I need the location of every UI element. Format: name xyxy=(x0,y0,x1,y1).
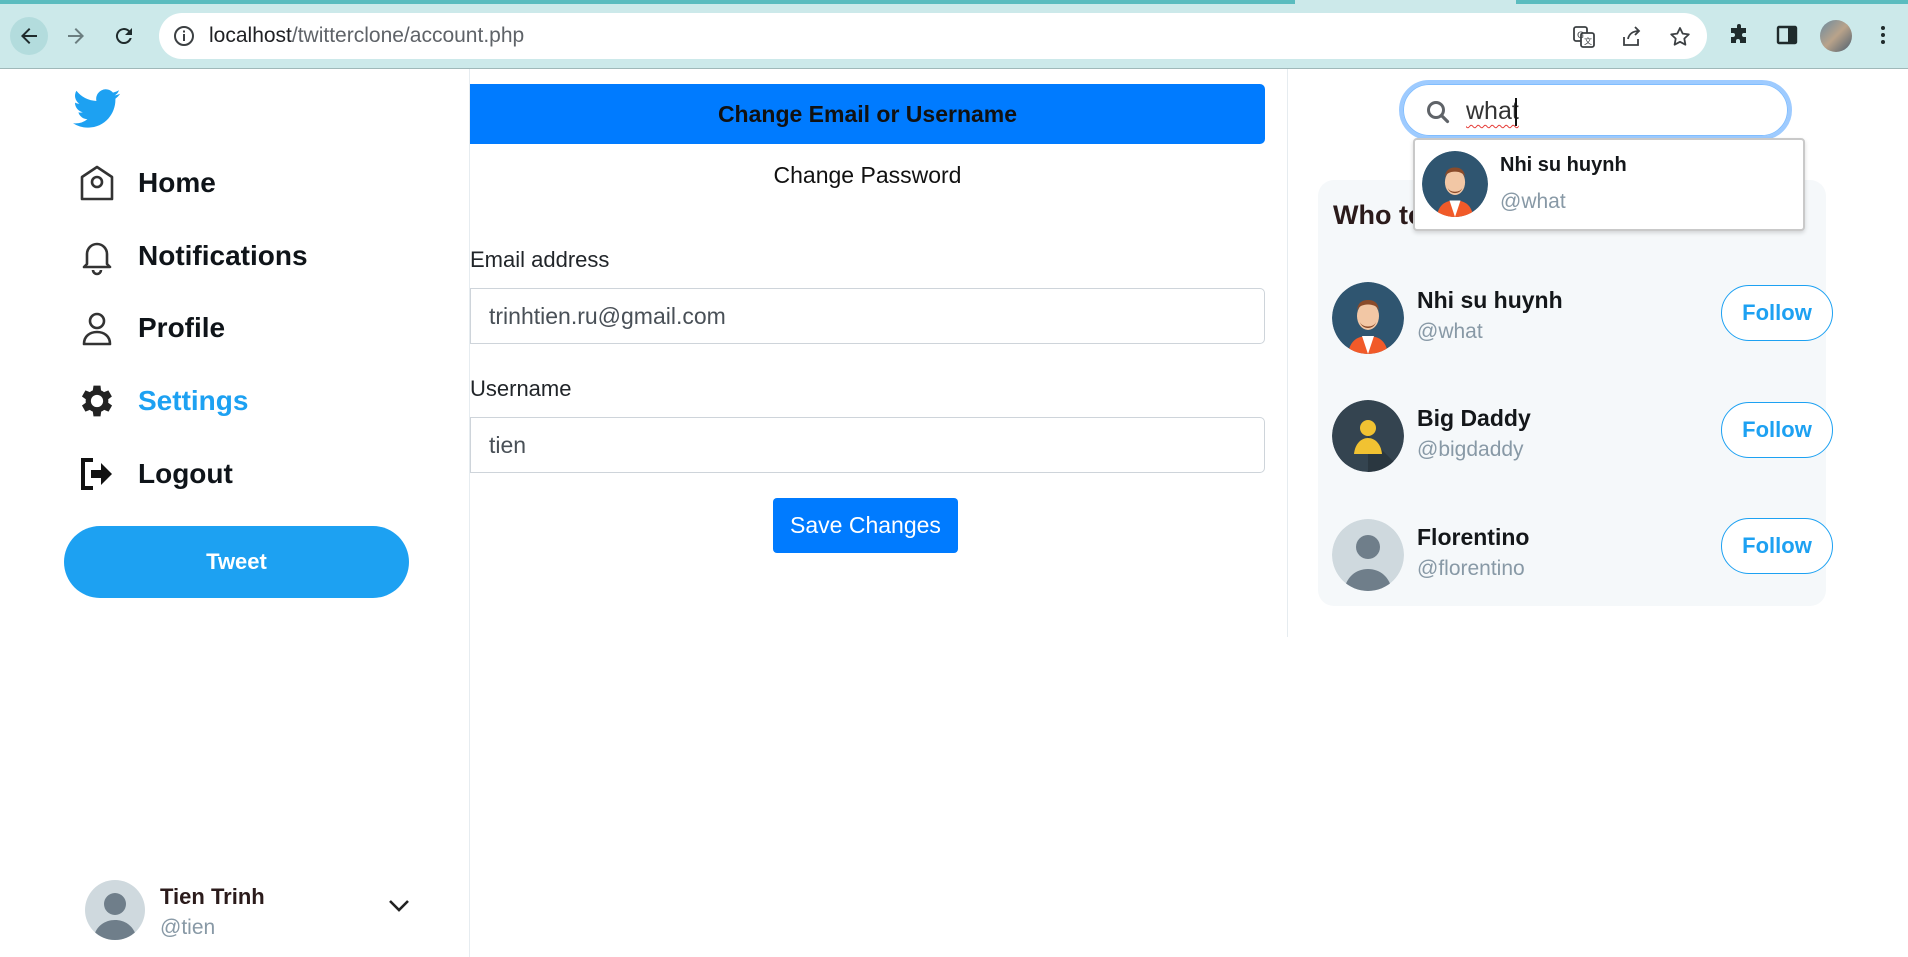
sidebar-item-logout[interactable]: Logout xyxy=(76,449,233,499)
loading-bar xyxy=(0,0,1295,4)
main-content: Change Email or Username Change Password… xyxy=(470,69,1287,957)
gear-icon xyxy=(76,380,118,422)
translate-icon[interactable]: G文 xyxy=(1571,24,1597,50)
list-item[interactable]: Nhi su huynh @what Follow xyxy=(1332,282,1833,362)
tab-change-password[interactable]: Change Password xyxy=(470,155,1265,195)
user-handle: @what xyxy=(1417,320,1483,343)
site-info-icon[interactable] xyxy=(173,25,195,52)
search-icon xyxy=(1425,99,1451,130)
chevron-down-icon[interactable] xyxy=(387,898,411,919)
star-icon[interactable] xyxy=(1667,24,1693,50)
username-field[interactable]: tien xyxy=(470,417,1265,473)
account-switcher[interactable]: Tien Trinh @tien xyxy=(85,878,425,944)
list-item[interactable]: Big Daddy @bigdaddy Follow xyxy=(1332,400,1833,480)
url-host: localhost xyxy=(209,24,292,47)
avatar xyxy=(1332,400,1404,472)
forward-icon xyxy=(68,28,84,44)
search-result-name: Nhi su huynh xyxy=(1500,154,1627,176)
text-caret xyxy=(1515,98,1517,126)
extensions-icon[interactable] xyxy=(1724,20,1754,50)
user-name: Big Daddy xyxy=(1417,405,1531,431)
sidebar-item-label: Home xyxy=(138,167,216,198)
follow-button[interactable]: Follow xyxy=(1721,285,1833,341)
reload-button[interactable] xyxy=(105,17,143,55)
sidebar-item-notifications[interactable]: Notifications xyxy=(76,231,308,281)
back-icon xyxy=(21,28,37,44)
who-to-follow-panel: Who to follow Nhi su huynh @what Follow … xyxy=(1318,180,1833,606)
column-divider xyxy=(1287,69,1288,637)
url-text: localhost/twitterclone/account.php xyxy=(209,24,524,48)
sidebar-item-label: Notifications xyxy=(138,240,308,271)
browser-toolbar: localhost/twitterclone/account.php G文 xyxy=(0,0,1908,69)
avatar xyxy=(1332,282,1404,354)
bell-icon xyxy=(76,235,118,277)
person-icon xyxy=(76,307,118,349)
address-bar[interactable]: localhost/twitterclone/account.php G文 xyxy=(159,13,1707,59)
email-label: Email address xyxy=(470,247,610,272)
username-label: Username xyxy=(470,376,572,401)
reload-icon xyxy=(115,28,132,45)
tweet-button[interactable]: Tweet xyxy=(64,526,409,598)
svg-text:文: 文 xyxy=(1584,36,1592,46)
sidebar-item-label: Logout xyxy=(138,458,233,489)
forward-button[interactable] xyxy=(57,17,95,55)
sidebar-item-label: Profile xyxy=(138,312,226,343)
browser-profile-avatar[interactable] xyxy=(1820,20,1852,52)
sidebar-item-label: Settings xyxy=(138,385,249,416)
left-sidebar: Home Notifications Profile Settings Logo… xyxy=(0,69,470,957)
search-result-handle: @what xyxy=(1500,190,1566,213)
back-button[interactable] xyxy=(10,17,48,55)
sidebar-item-settings[interactable]: Settings xyxy=(76,376,248,426)
user-name: Florentino xyxy=(1417,524,1530,550)
sidebar-item-home[interactable]: Home xyxy=(76,158,216,208)
avatar xyxy=(85,880,145,940)
follow-button[interactable]: Follow xyxy=(1721,518,1833,574)
avatar xyxy=(1332,519,1404,591)
follow-button[interactable]: Follow xyxy=(1721,402,1833,458)
search-query-text: what xyxy=(1466,97,1519,125)
user-handle: @bigdaddy xyxy=(1417,438,1524,461)
share-icon[interactable] xyxy=(1619,24,1645,50)
user-name: Nhi su huynh xyxy=(1417,287,1563,313)
tab-change-email-username[interactable]: Change Email or Username xyxy=(470,84,1265,144)
email-field[interactable]: trinhtien.ru@gmail.com xyxy=(470,288,1265,344)
search-input-focus-ring xyxy=(1403,84,1788,136)
account-name: Tien Trinh xyxy=(160,884,265,909)
loading-bar-segment xyxy=(1516,0,1908,4)
save-changes-button[interactable]: Save Changes xyxy=(773,498,958,553)
search-input[interactable]: what xyxy=(1399,80,1792,140)
side-panel-icon[interactable] xyxy=(1772,20,1802,50)
url-path: /twitterclone/account.php xyxy=(291,24,525,47)
menu-dots-icon[interactable] xyxy=(1868,20,1898,50)
user-handle: @florentino xyxy=(1417,557,1525,580)
logout-icon xyxy=(76,453,118,495)
avatar xyxy=(1422,151,1488,217)
list-item[interactable]: Florentino @florentino Follow xyxy=(1332,518,1833,599)
sidebar-item-profile[interactable]: Profile xyxy=(76,303,225,353)
search-results-dropdown[interactable]: Nhi su huynh @what xyxy=(1413,138,1805,231)
home-icon xyxy=(76,162,118,204)
svg-text:G: G xyxy=(1577,31,1584,41)
twitter-logo-icon[interactable] xyxy=(73,89,121,134)
account-handle: @tien xyxy=(160,916,216,939)
